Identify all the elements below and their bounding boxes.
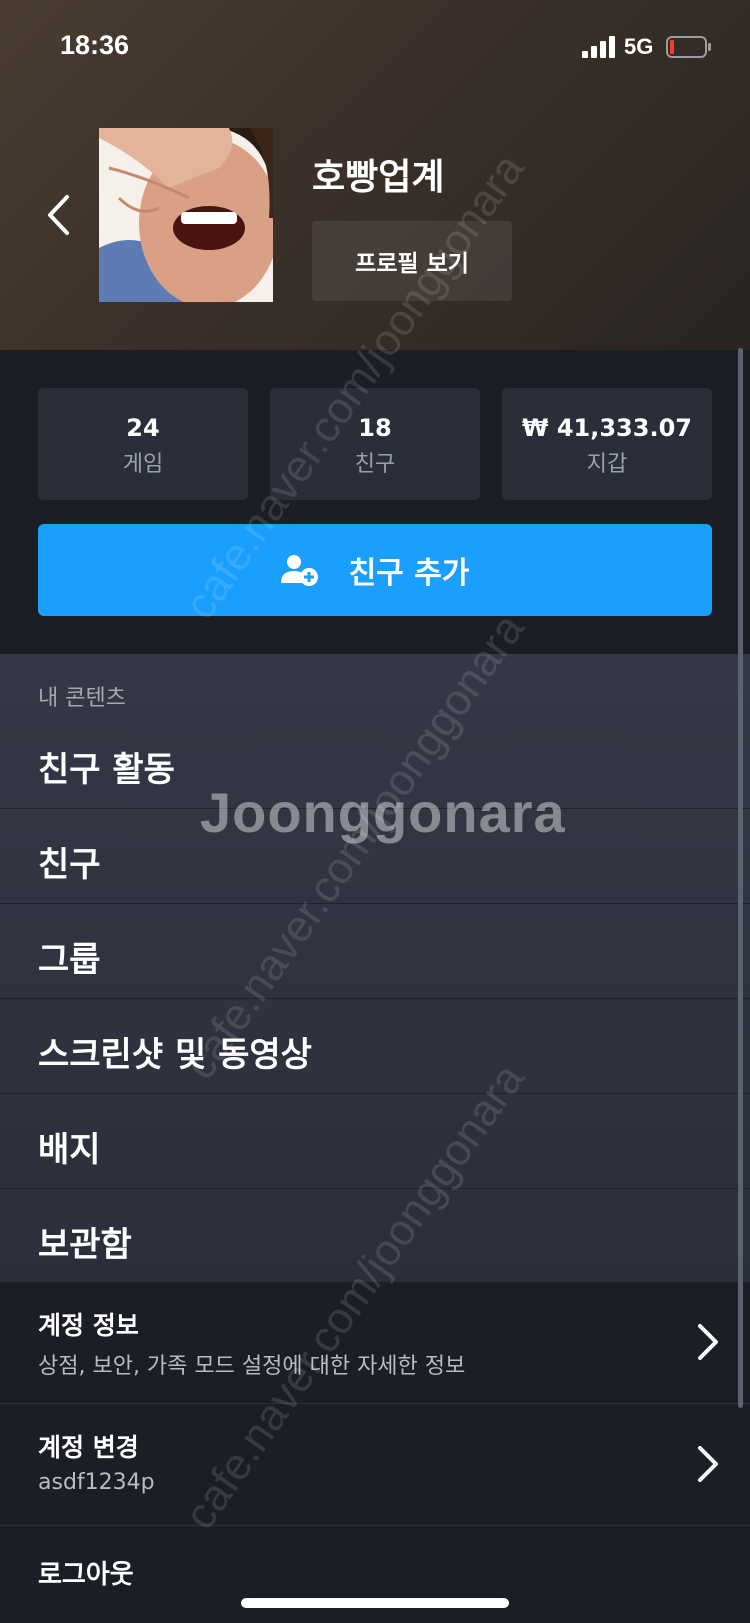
chevron-right-icon: [698, 1324, 718, 1360]
menu-item-label: 친구 활동: [38, 750, 175, 790]
switch-account-row[interactable]: 계정 변경 asdf1234p: [0, 1404, 750, 1526]
network-type: 5G: [624, 34, 654, 59]
account-name: asdf1234p: [38, 1470, 155, 1495]
stat-games[interactable]: 24 게임: [38, 388, 248, 500]
stat-value: 18: [358, 414, 392, 442]
view-profile-button[interactable]: 프로필 보기: [312, 221, 512, 301]
add-friend-button[interactable]: 친구 추가: [38, 524, 712, 616]
stat-value: 24: [126, 414, 160, 442]
back-button[interactable]: [30, 180, 86, 250]
add-user-icon: [280, 555, 318, 586]
stat-label: 친구: [354, 452, 396, 477]
stat-value: ₩ 41,333.07: [522, 414, 692, 442]
status-time: 18:36: [60, 30, 130, 60]
stat-wallet[interactable]: ₩ 41,333.07 지갑: [502, 388, 712, 500]
switch-account-title: 계정 변경: [38, 1433, 139, 1462]
menu-item-label: 배지: [38, 1130, 101, 1170]
menu-item-label: 스크린샷 및 동영상: [38, 1035, 312, 1075]
menu-item-inventory[interactable]: 보관함: [0, 1189, 750, 1284]
status-bar: 18:36 5G: [0, 0, 750, 96]
menu-item-friend-activity[interactable]: 친구 활동: [0, 714, 750, 809]
add-friend-label: 친구 추가: [348, 556, 470, 591]
avatar[interactable]: [99, 128, 273, 302]
account-info-title: 계정 정보: [38, 1311, 139, 1340]
stat-friends[interactable]: 18 친구: [270, 388, 480, 500]
section-title: 내 콘텐츠: [38, 686, 126, 711]
account-section: 계정 정보 상점, 보안, 가족 모드 설정에 대한 자세한 정보 계정 변경 …: [0, 1282, 750, 1623]
my-content-menu: 내 콘텐츠 친구 활동 친구 그룹 스크린샷 및 동영상 배지 보관함: [0, 654, 750, 1282]
menu-item-label: 보관함: [38, 1225, 132, 1265]
stats-section: 24 게임 18 친구 ₩ 41,333.07 지갑 친구 추가: [0, 350, 750, 654]
stat-label: 지갑: [586, 452, 628, 477]
menu-item-groups[interactable]: 그룹: [0, 904, 750, 999]
chevron-right-icon: [698, 1446, 718, 1482]
stat-label: 게임: [122, 452, 164, 477]
menu-item-badges[interactable]: 배지: [0, 1094, 750, 1189]
battery-icon: [666, 36, 711, 58]
logout-button[interactable]: 로그아웃: [38, 1554, 134, 1591]
menu-item-friends[interactable]: 친구: [0, 809, 750, 904]
signal-icon: [582, 36, 615, 58]
home-indicator[interactable]: [241, 1598, 509, 1608]
menu-item-label: 친구: [38, 845, 101, 885]
avatar-photo: [99, 128, 273, 302]
scrollbar[interactable]: [738, 348, 743, 1408]
account-info-subtitle: 상점, 보안, 가족 모드 설정에 대한 자세한 정보: [38, 1354, 466, 1379]
menu-item-screenshots-videos[interactable]: 스크린샷 및 동영상: [0, 999, 750, 1094]
profile-username: 호빵업계: [312, 157, 445, 198]
chevron-left-icon: [48, 195, 69, 235]
account-info-row[interactable]: 계정 정보 상점, 보안, 가족 모드 설정에 대한 자세한 정보: [0, 1282, 750, 1404]
menu-item-label: 그룹: [38, 940, 101, 980]
